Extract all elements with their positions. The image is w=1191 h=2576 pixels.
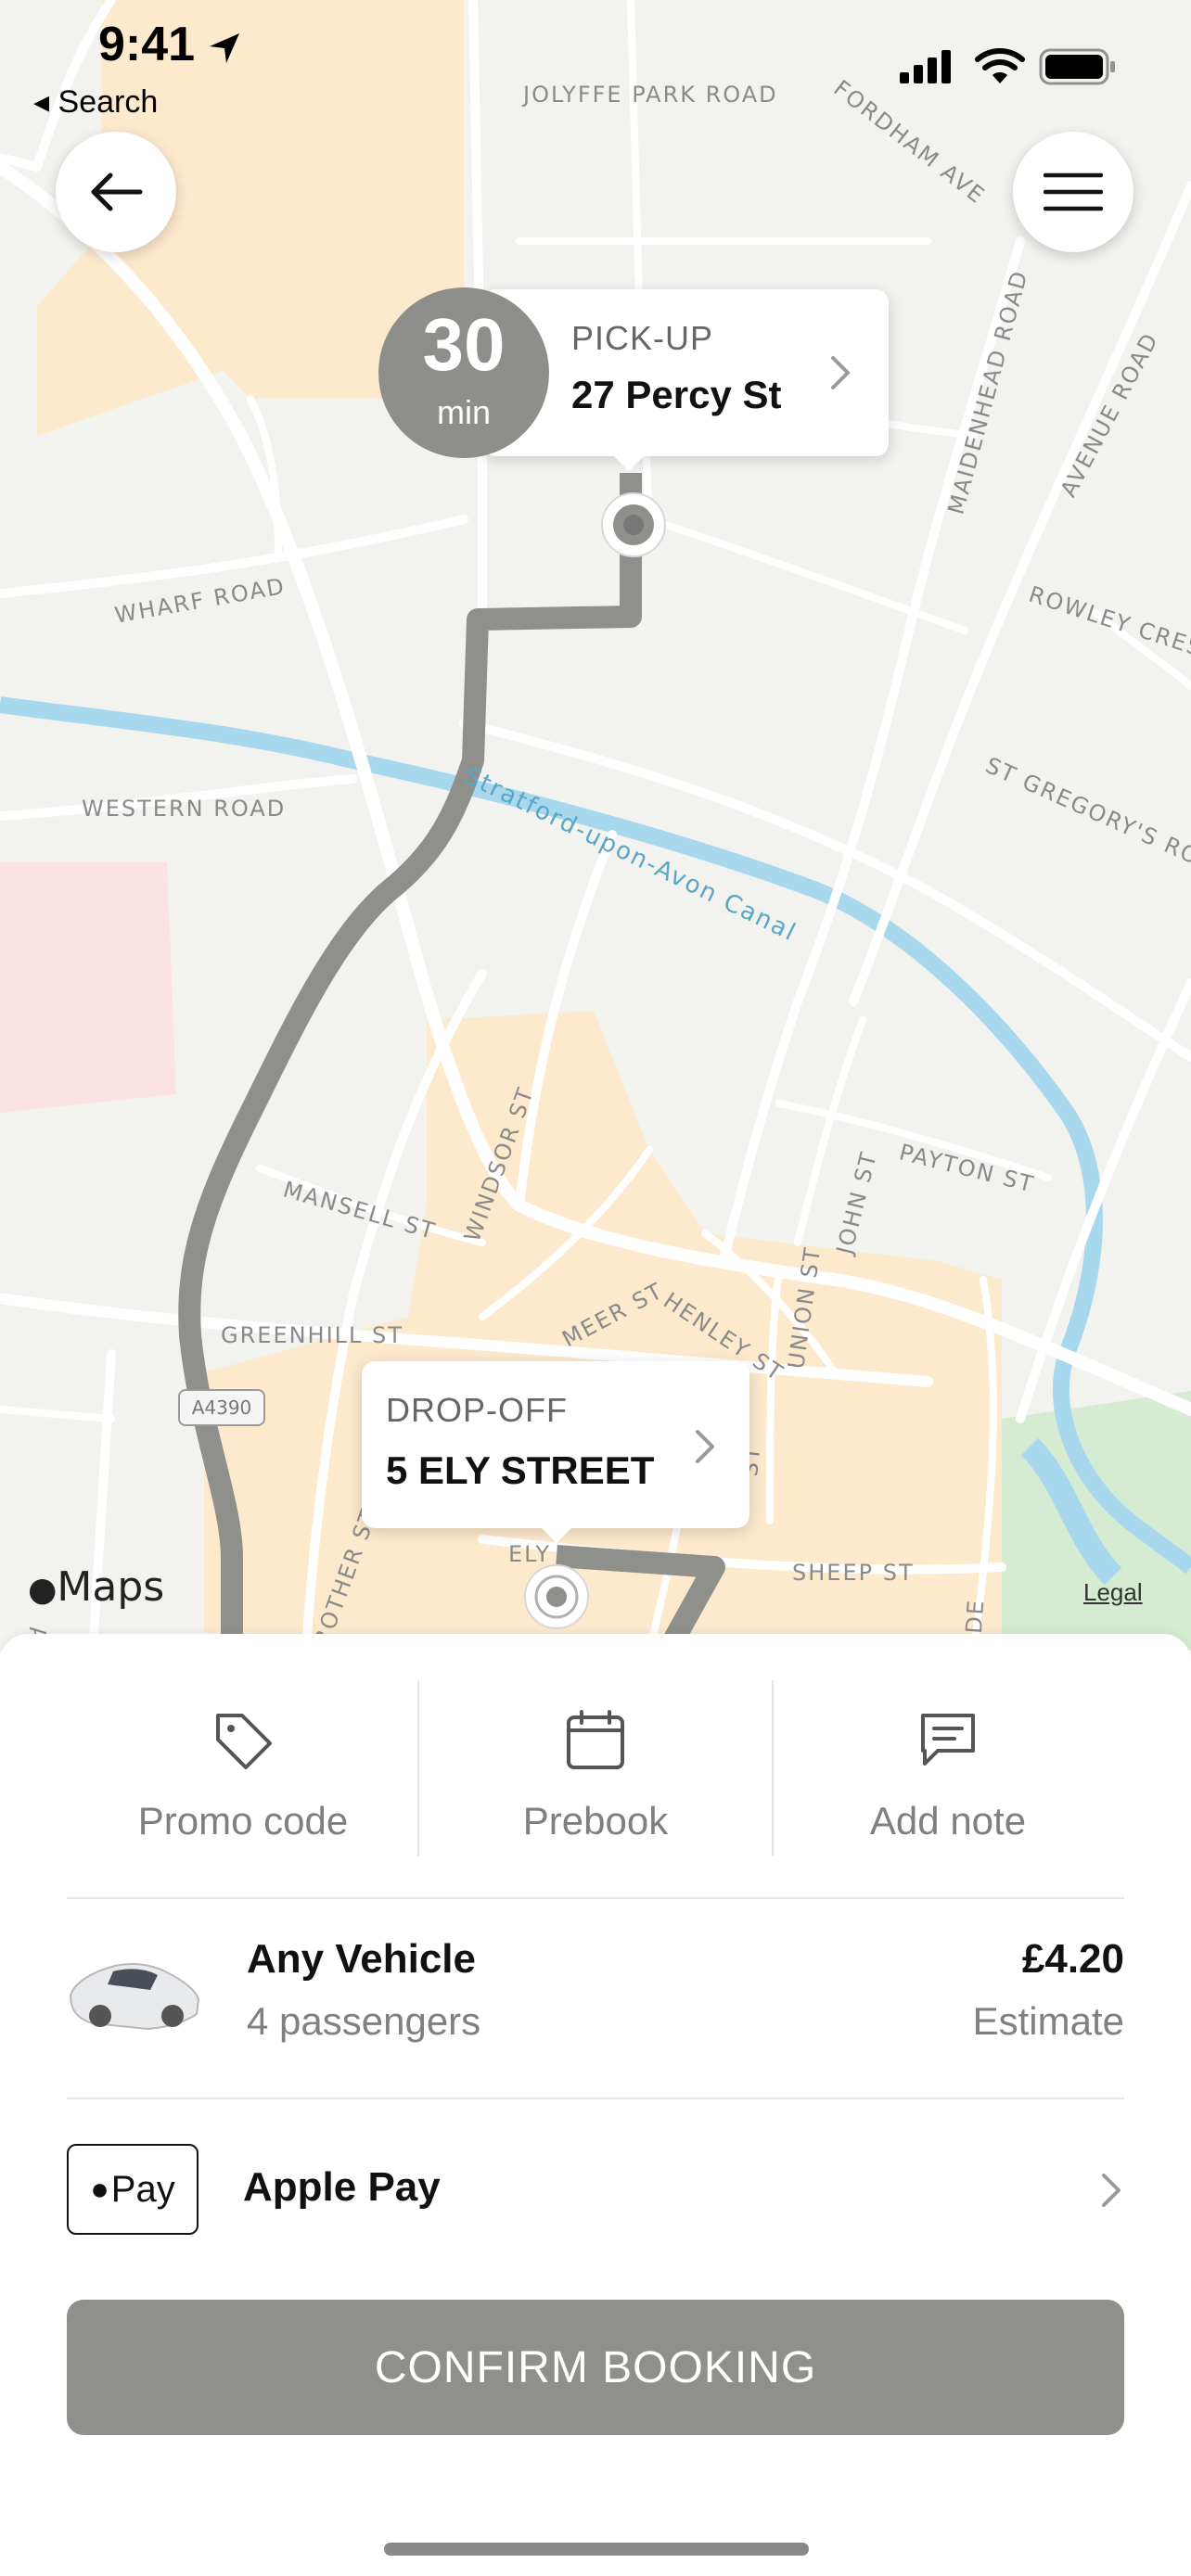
quick-actions: Promo code Prebook Add note [67, 1678, 1124, 1855]
arrow-left-icon [91, 172, 143, 211]
signal-icon [900, 50, 951, 83]
promo-code-label: Promo code [137, 1799, 349, 1843]
divider [67, 2098, 1124, 2099]
pickup-caption: PICK-UP [571, 319, 714, 357]
car-icon [69, 1963, 200, 2031]
apple-pay-badge-text: Pay [110, 2168, 175, 2210]
dropoff-callout[interactable]: DROP-OFF 5 ELY STREET [362, 1361, 749, 1543]
pickup-address: 27 Percy St [571, 373, 782, 416]
legal-link[interactable]: Legal [1083, 1578, 1143, 1607]
eta-value: 30 [422, 303, 506, 386]
chevron-right-icon [1102, 2174, 1121, 2207]
apple-pay-badge: ● Pay [67, 2144, 198, 2235]
add-note-button[interactable]: Add note [772, 1678, 1124, 1855]
add-note-label: Add note [869, 1799, 1027, 1843]
maps-logo: ●Maps [28, 1563, 164, 1611]
vehicle-passengers: 4 passengers [247, 1999, 481, 2043]
eta-badge: 30 min [378, 287, 549, 458]
divider [417, 1680, 419, 1856]
price-note: Estimate [972, 1999, 1124, 2043]
booking-sheet: Promo code Prebook Add note Any Vehicle … [0, 1634, 1191, 2576]
battery-icon [1039, 48, 1115, 85]
tag-icon [216, 1714, 272, 1769]
confirm-booking-button[interactable]: CONFIRM BOOKING [67, 2300, 1124, 2435]
back-to-search[interactable]: ◂ Search [33, 83, 158, 121]
prebook-button[interactable]: Prebook [419, 1678, 772, 1855]
road-label: ELY [508, 1541, 552, 1567]
callout-tail [542, 1528, 571, 1543]
map-view[interactable]: JOLYFFE PARK ROAD FORDHAM AVE MAIDENHEAD… [0, 0, 1191, 1651]
callout-tail [614, 456, 644, 471]
divider [772, 1680, 774, 1856]
road-shield: A4390 [178, 1389, 265, 1426]
prebook-label: Prebook [522, 1799, 669, 1843]
status-time: 9:41 [98, 18, 196, 71]
eta-unit: min [436, 393, 491, 431]
price-value: £4.20 [1021, 1936, 1124, 1982]
chevron-right-icon [696, 1430, 714, 1463]
maps-logo-text: Maps [57, 1563, 165, 1611]
promo-code-button[interactable]: Promo code [67, 1678, 419, 1855]
dropoff-caption: DROP-OFF [386, 1391, 568, 1429]
wifi-icon [975, 48, 1025, 83]
road-label: GREENHILL ST [221, 1322, 403, 1348]
divider [67, 1897, 1124, 1899]
pickup-pin [601, 492, 666, 557]
dropoff-address: 5 ELY STREET [386, 1448, 655, 1492]
hamburger-menu-icon [1044, 172, 1103, 211]
road-label: SHEEP ST [792, 1560, 915, 1586]
menu-button[interactable] [1013, 132, 1133, 252]
dropoff-pin [524, 1564, 589, 1629]
location-arrow-icon [210, 33, 239, 63]
home-indicator[interactable] [384, 2543, 809, 2556]
status-bar: 9:41 ◂ Search [0, 0, 1191, 130]
payment-method: Apple Pay [243, 2164, 441, 2210]
calendar-icon [567, 1710, 624, 1769]
road-label: WESTERN ROAD [82, 796, 287, 822]
chevron-right-icon [831, 356, 850, 389]
apple-logo-icon: ● [90, 2171, 109, 2207]
message-icon [921, 1714, 975, 1766]
back-button[interactable] [56, 132, 176, 252]
apple-logo-icon: ● [28, 1571, 58, 1609]
vehicle-name: Any Vehicle [247, 1936, 477, 1982]
